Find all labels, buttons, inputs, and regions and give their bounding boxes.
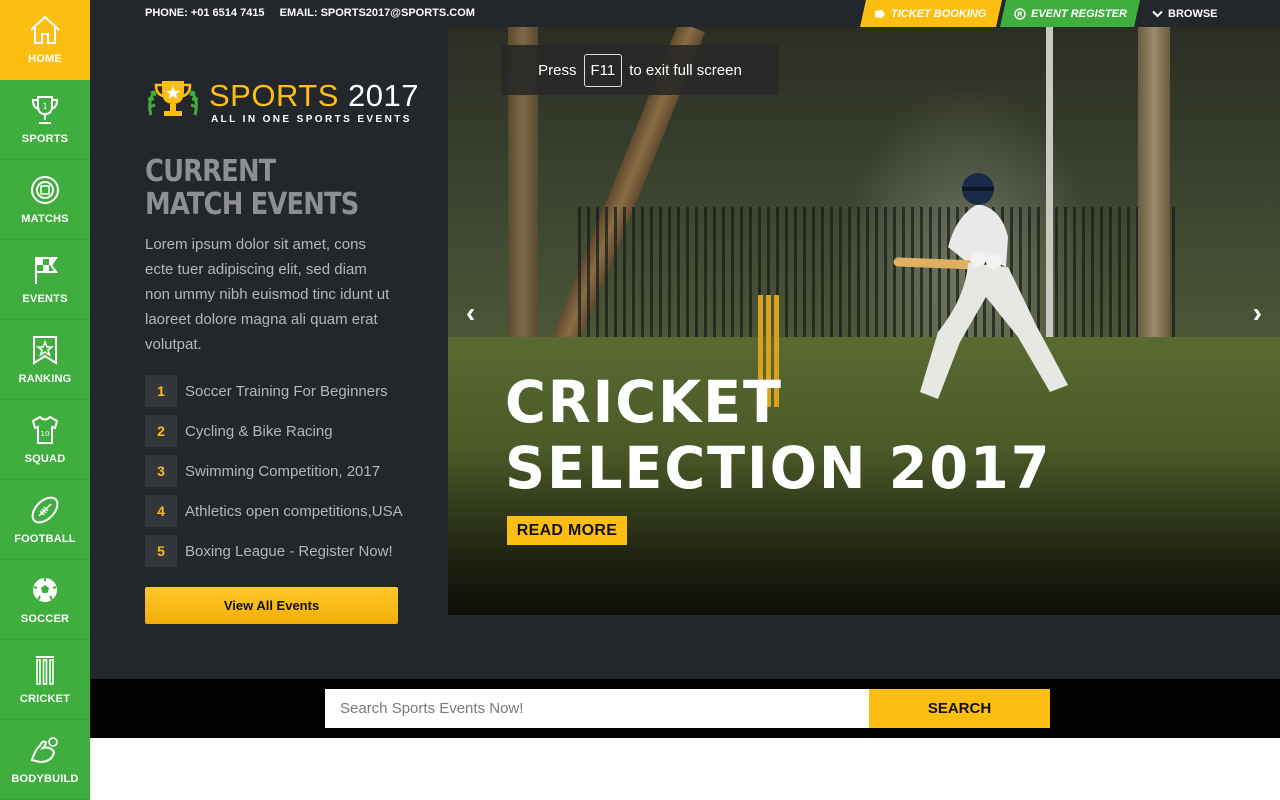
- sidebar-item-cricket[interactable]: CRICKET: [0, 640, 90, 720]
- svg-text:1: 1: [42, 102, 47, 111]
- event-number: 1: [145, 375, 177, 407]
- event-register-button[interactable]: R EVENT REGISTER: [1000, 0, 1140, 27]
- sidebar-item-label: SOCCER: [20, 613, 70, 625]
- search-input[interactable]: [325, 689, 870, 728]
- event-item[interactable]: 2 Cycling & Bike Racing: [145, 415, 403, 447]
- sidebar-item-label: FOOTBALL: [14, 533, 76, 545]
- event-label: Swimming Competition, 2017: [185, 462, 381, 480]
- event-item[interactable]: 3 Swimming Competition, 2017: [145, 455, 403, 487]
- soccer-ball-icon: [28, 573, 62, 607]
- sidebar-item-bodybuild[interactable]: BODYBUILD: [0, 720, 90, 800]
- logo-title: SPORTS 2017: [209, 80, 419, 111]
- sidebar-item-label: SQUAD: [24, 453, 66, 465]
- sidebar-item-label: RANKING: [18, 373, 72, 385]
- trophy-icon: 1: [28, 93, 62, 127]
- logo-year: 2017: [348, 78, 419, 113]
- phone-text: PHONE: +01 6514 7415: [145, 7, 265, 19]
- event-item[interactable]: 5 Boxing League - Register Now!: [145, 535, 403, 567]
- sidebar-item-label: HOME: [28, 53, 62, 65]
- sidebar-item-events[interactable]: EVENTS: [0, 240, 90, 320]
- contact-info: PHONE: +01 6514 7415 EMAIL: SPORTS2017@S…: [145, 7, 487, 19]
- flag-icon: [28, 253, 62, 287]
- search-button[interactable]: SEARCH: [869, 689, 1050, 728]
- wickets-icon: [28, 653, 62, 687]
- sidebar-item-soccer[interactable]: SOCCER: [0, 560, 90, 640]
- logo-text: SPORTS 2017 ALL IN ONE SPORTS EVENTS: [209, 80, 419, 125]
- sidebar-item-label: SPORTS: [21, 133, 69, 145]
- ticket-icon: [874, 9, 886, 19]
- fullscreen-key: F11: [583, 53, 623, 87]
- fullscreen-suffix-text: to exit full screen: [629, 61, 742, 79]
- target-icon: [28, 173, 62, 207]
- sidebar-item-label: CRICKET: [19, 693, 71, 705]
- ticket-booking-label: TICKET BOOKING: [891, 7, 987, 20]
- muscle-icon: [28, 733, 62, 767]
- sidebar-item-football[interactable]: FOOTBALL: [0, 480, 90, 560]
- event-label: Soccer Training For Beginners: [185, 382, 388, 400]
- event-label: Cycling & Bike Racing: [185, 422, 333, 440]
- event-number: 3: [145, 455, 177, 487]
- sidebar-item-home[interactable]: HOME: [0, 0, 90, 80]
- logo-name: SPORTS: [209, 78, 339, 113]
- event-item[interactable]: 1 Soccer Training For Beginners: [145, 375, 403, 407]
- event-register-label: EVENT REGISTER: [1031, 7, 1127, 20]
- sidebar-item-label: MATCHS: [21, 213, 69, 225]
- event-number: 4: [145, 495, 177, 527]
- browse-label: BROWSE: [1168, 7, 1218, 20]
- event-label: Boxing League - Register Now!: [185, 542, 393, 560]
- jersey-icon: 10: [28, 413, 62, 447]
- sidebar-item-matchs[interactable]: MATCHS: [0, 160, 90, 240]
- hero-title: CRICKET SELECTION 2017: [505, 369, 1051, 501]
- event-label: Athletics open competitions,USA: [185, 502, 403, 520]
- read-more-button[interactable]: READ MORE: [507, 516, 627, 545]
- email-text: EMAIL: SPORTS2017@SPORTS.COM: [279, 7, 475, 19]
- event-list: 1 Soccer Training For Beginners 2 Cyclin…: [145, 375, 403, 575]
- chevron-down-icon: [1152, 10, 1163, 18]
- sidebar-item-label: BODYBUILD: [11, 773, 79, 785]
- fullscreen-press-text: Press: [538, 61, 577, 79]
- current-match-title: CURRENT MATCH EVENTS: [145, 154, 359, 222]
- browse-dropdown[interactable]: BROWSE: [1148, 0, 1238, 27]
- fullscreen-notice: Press F11 to exit full screen: [501, 45, 779, 95]
- event-number: 2: [145, 415, 177, 447]
- sidebar-item-ranking[interactable]: RANKING: [0, 320, 90, 400]
- registered-icon: R: [1014, 8, 1026, 20]
- sidebar-item-squad[interactable]: 10 SQUAD: [0, 400, 90, 480]
- home-icon: [28, 13, 62, 47]
- badge-icon: [28, 333, 62, 367]
- football-icon: [28, 493, 62, 527]
- hero-background-tree: [1138, 27, 1170, 367]
- trophy-logo-icon: [145, 77, 201, 128]
- svg-text:R: R: [1017, 10, 1022, 18]
- hero-title-line: SELECTION 2017: [505, 434, 1052, 502]
- event-number: 5: [145, 535, 177, 567]
- current-match-description: Lorem ipsum dolor sit amet, cons ecte tu…: [145, 236, 390, 353]
- hero-title-line: CRICKET: [505, 368, 783, 436]
- site-logo[interactable]: SPORTS 2017 ALL IN ONE SPORTS EVENTS: [145, 77, 419, 128]
- slider-next-arrow[interactable]: ›: [1253, 297, 1262, 329]
- view-all-events-button[interactable]: View All Events: [145, 587, 398, 624]
- sidebar-item-label: EVENTS: [22, 293, 68, 305]
- logo-tagline: ALL IN ONE SPORTS EVENTS: [211, 114, 412, 125]
- event-item[interactable]: 4 Athletics open competitions,USA: [145, 495, 403, 527]
- svg-text:10: 10: [41, 430, 50, 438]
- hero-slider: Press F11 to exit full screen ‹ › CRICKE…: [448, 27, 1280, 615]
- search-band: SEARCH: [90, 679, 1280, 738]
- top-bar: PHONE: +01 6514 7415 EMAIL: SPORTS2017@S…: [90, 0, 1280, 27]
- sidebar-item-sports[interactable]: 1 SPORTS: [0, 80, 90, 160]
- sidebar-nav: HOME 1 SPORTS MATCHS EVENTS RANKING 10 S…: [0, 0, 90, 800]
- slider-prev-arrow[interactable]: ‹: [466, 297, 475, 329]
- ticket-booking-button[interactable]: TICKET BOOKING: [860, 0, 1002, 27]
- main-section: SPORTS 2017 ALL IN ONE SPORTS EVENTS CUR…: [90, 27, 1280, 679]
- current-match-panel: SPORTS 2017 ALL IN ONE SPORTS EVENTS CUR…: [90, 27, 448, 624]
